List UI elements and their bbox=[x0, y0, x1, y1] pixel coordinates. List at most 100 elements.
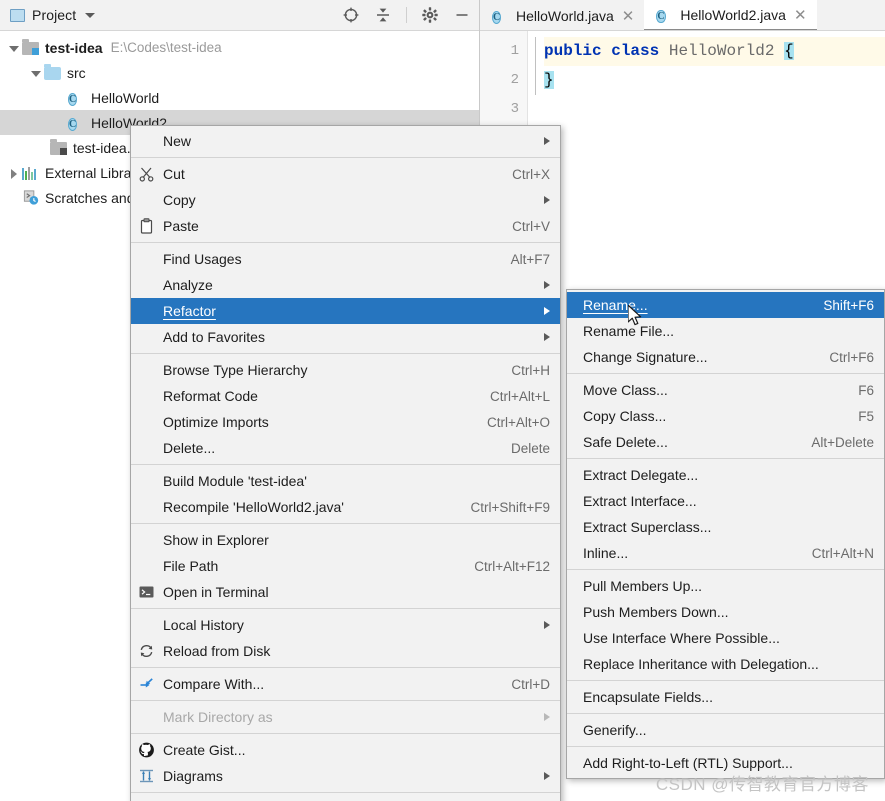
chevron-down-icon[interactable] bbox=[6, 40, 22, 56]
submenu-item-replace-inheritance-with-delegation[interactable]: Replace Inheritance with Delegation... bbox=[567, 651, 884, 677]
submenu-item-extract-interface[interactable]: Extract Interface... bbox=[567, 488, 884, 514]
line-number: 3 bbox=[480, 95, 527, 124]
locate-in-tree-icon[interactable] bbox=[342, 6, 360, 24]
tree-node-label: src bbox=[67, 65, 86, 81]
menu-item-refactor[interactable]: Refactor bbox=[131, 298, 560, 324]
tree-node-src[interactable]: src bbox=[0, 60, 479, 85]
menu-item-label: Reformat Code bbox=[163, 388, 466, 404]
code-line-2: } bbox=[544, 66, 885, 95]
editor-tab-bar: C HelloWorld.java ✕ C HelloWorld2.java ✕ bbox=[480, 0, 885, 31]
submenu-item-extract-superclass[interactable]: Extract Superclass... bbox=[567, 514, 884, 540]
gear-icon[interactable] bbox=[421, 6, 439, 24]
menu-item-reload-from-disk[interactable]: Reload from Disk bbox=[131, 638, 560, 664]
menu-item-label: Copy bbox=[163, 192, 526, 208]
menu-item-show-in-explorer[interactable]: Show in Explorer bbox=[131, 527, 560, 553]
close-icon[interactable]: ✕ bbox=[794, 6, 807, 24]
menu-item-recompile[interactable]: Recompile 'HelloWorld2.java' Ctrl+Shift+… bbox=[131, 494, 560, 520]
menu-item-convert-java-to-kotlin[interactable]: Convert Java File to Kotlin File Ctrl+Al… bbox=[131, 796, 560, 801]
project-title-group[interactable]: Project bbox=[0, 7, 95, 23]
menu-item-label: Show in Explorer bbox=[163, 532, 550, 548]
menu-item-open-in-terminal[interactable]: Open in Terminal bbox=[131, 579, 560, 605]
menu-item-label: Diagrams bbox=[163, 768, 526, 784]
menu-item-label: Replace Inheritance with Delegation... bbox=[583, 656, 874, 672]
tree-node-label: test-idea bbox=[45, 40, 103, 56]
submenu-item-safe-delete[interactable]: Safe Delete... Alt+Delete bbox=[567, 429, 884, 455]
menu-separator bbox=[131, 608, 560, 609]
menu-separator bbox=[131, 792, 560, 793]
submenu-item-pull-members-up[interactable]: Pull Members Up... bbox=[567, 573, 884, 599]
line-number: 1 bbox=[480, 37, 527, 66]
submenu-arrow-icon bbox=[544, 621, 550, 629]
menu-separator bbox=[567, 680, 884, 681]
submenu-item-copy-class[interactable]: Copy Class... F5 bbox=[567, 403, 884, 429]
tab-helloworld2-java[interactable]: C HelloWorld2.java ✕ bbox=[644, 0, 816, 31]
project-window-icon bbox=[10, 9, 25, 22]
minimize-icon[interactable] bbox=[453, 6, 471, 24]
java-class-icon: C bbox=[68, 114, 86, 131]
menu-item-label: Build Module 'test-idea' bbox=[163, 473, 550, 489]
menu-separator bbox=[131, 523, 560, 524]
submenu-arrow-icon bbox=[544, 281, 550, 289]
menu-item-paste[interactable]: Paste Ctrl+V bbox=[131, 213, 560, 239]
menu-item-browse-type-hierarchy[interactable]: Browse Type Hierarchy Ctrl+H bbox=[131, 357, 560, 383]
github-icon bbox=[138, 742, 155, 759]
submenu-arrow-icon bbox=[544, 772, 550, 780]
chevron-down-icon[interactable] bbox=[85, 13, 95, 18]
submenu-arrow-icon bbox=[544, 196, 550, 204]
menu-item-label: Pull Members Up... bbox=[583, 578, 874, 594]
submenu-item-generify[interactable]: Generify... bbox=[567, 717, 884, 743]
menu-item-file-path[interactable]: File Path Ctrl+Alt+F12 bbox=[131, 553, 560, 579]
tab-helloworld-java[interactable]: C HelloWorld.java ✕ bbox=[480, 0, 644, 31]
submenu-item-move-class[interactable]: Move Class... F6 bbox=[567, 377, 884, 403]
close-icon[interactable]: ✕ bbox=[622, 7, 635, 25]
menu-item-shortcut: Ctrl+Alt+N bbox=[812, 546, 874, 561]
java-class-runnable-icon: C bbox=[68, 89, 86, 106]
submenu-item-inline[interactable]: Inline... Ctrl+Alt+N bbox=[567, 540, 884, 566]
menu-item-reformat-code[interactable]: Reformat Code Ctrl+Alt+L bbox=[131, 383, 560, 409]
menu-item-create-gist[interactable]: Create Gist... bbox=[131, 737, 560, 763]
menu-item-find-usages[interactable]: Find Usages Alt+F7 bbox=[131, 246, 560, 272]
submenu-item-push-members-down[interactable]: Push Members Down... bbox=[567, 599, 884, 625]
menu-item-compare-with[interactable]: Compare With... Ctrl+D bbox=[131, 671, 560, 697]
menu-separator bbox=[567, 746, 884, 747]
menu-item-label: Open in Terminal bbox=[163, 584, 550, 600]
submenu-item-extract-delegate[interactable]: Extract Delegate... bbox=[567, 462, 884, 488]
submenu-arrow-icon bbox=[544, 137, 550, 145]
menu-item-label: Cut bbox=[163, 166, 488, 182]
menu-separator bbox=[131, 464, 560, 465]
submenu-item-change-signature[interactable]: Change Signature... Ctrl+F6 bbox=[567, 344, 884, 370]
project-panel-header: Project bbox=[0, 0, 479, 31]
menu-item-label: Refactor bbox=[163, 303, 526, 319]
chevron-right-icon[interactable] bbox=[6, 165, 22, 181]
menu-item-add-to-favorites[interactable]: Add to Favorites bbox=[131, 324, 560, 350]
menu-item-local-history[interactable]: Local History bbox=[131, 612, 560, 638]
menu-item-new[interactable]: New bbox=[131, 128, 560, 154]
menu-separator bbox=[131, 700, 560, 701]
menu-item-delete[interactable]: Delete... Delete bbox=[131, 435, 560, 461]
project-panel-title: Project bbox=[32, 7, 76, 23]
tree-node-helloworld[interactable]: C HelloWorld bbox=[0, 85, 479, 110]
menu-item-copy[interactable]: Copy bbox=[131, 187, 560, 213]
submenu-item-encapsulate-fields[interactable]: Encapsulate Fields... bbox=[567, 684, 884, 710]
collapse-all-icon[interactable] bbox=[374, 6, 392, 24]
menu-item-label: Browse Type Hierarchy bbox=[163, 362, 487, 378]
submenu-item-use-interface-where-possible[interactable]: Use Interface Where Possible... bbox=[567, 625, 884, 651]
menu-item-build-module[interactable]: Build Module 'test-idea' bbox=[131, 468, 560, 494]
menu-item-label: Generify... bbox=[583, 722, 874, 738]
keyword-public: public bbox=[544, 42, 602, 60]
menu-item-diagrams[interactable]: Diagrams bbox=[131, 763, 560, 789]
tree-node-path: E:\Codes\test-idea bbox=[111, 40, 222, 55]
project-panel-toolbar bbox=[342, 0, 471, 30]
menu-item-cut[interactable]: Cut Ctrl+X bbox=[131, 161, 560, 187]
submenu-item-rename[interactable]: Rename... Shift+F6 bbox=[567, 292, 884, 318]
code-line-3 bbox=[544, 95, 885, 124]
menu-item-shortcut: Ctrl+D bbox=[511, 677, 550, 692]
menu-item-optimize-imports[interactable]: Optimize Imports Ctrl+Alt+O bbox=[131, 409, 560, 435]
chevron-down-icon[interactable] bbox=[28, 65, 44, 81]
menu-item-analyze[interactable]: Analyze bbox=[131, 272, 560, 298]
menu-item-label: Safe Delete... bbox=[583, 434, 787, 450]
submenu-item-rename-file[interactable]: Rename File... bbox=[567, 318, 884, 344]
submenu-arrow-icon bbox=[544, 713, 550, 721]
tree-node-test-idea[interactable]: test-idea E:\Codes\test-idea bbox=[0, 35, 479, 60]
menu-item-label: Recompile 'HelloWorld2.java' bbox=[163, 499, 446, 515]
